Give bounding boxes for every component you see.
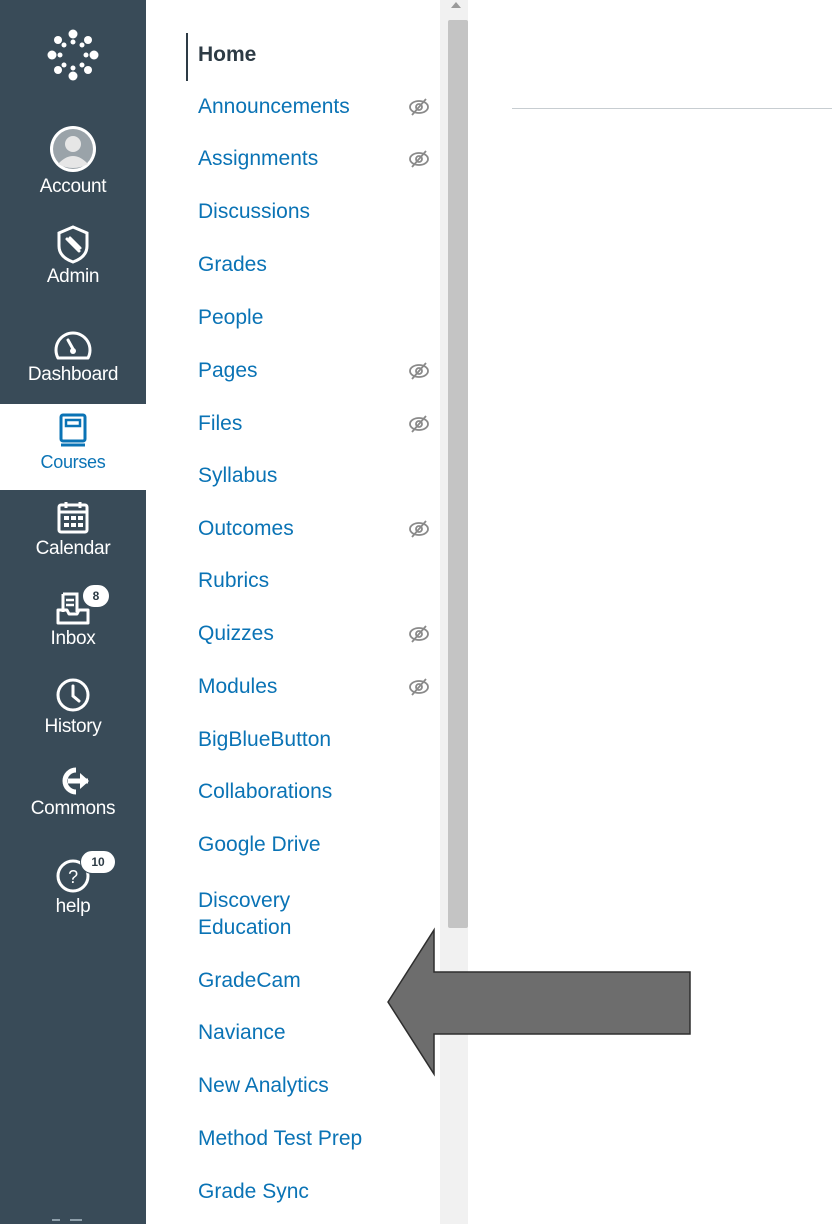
- svg-text:?: ?: [68, 867, 78, 887]
- course-nav-pages[interactable]: Pages: [198, 358, 428, 384]
- course-nav-method-test-prep[interactable]: Method Test Prep: [198, 1126, 428, 1152]
- course-nav-outcomes[interactable]: Outcomes: [198, 516, 428, 542]
- course-nav-bigbluebutton[interactable]: BigBlueButton: [198, 727, 428, 753]
- active-indicator: [186, 33, 188, 81]
- canvas-logo-link[interactable]: [0, 28, 146, 82]
- eye-slash-icon[interactable]: [408, 413, 430, 435]
- nav-courses-label: Courses: [40, 452, 106, 472]
- nav-commons[interactable]: Commons: [0, 766, 146, 820]
- nav-admin-label: Admin: [46, 266, 100, 287]
- scrollbar-thumb[interactable]: [448, 20, 468, 928]
- scroll-up-arrow-icon[interactable]: [451, 2, 461, 8]
- calendar-icon: [57, 502, 89, 534]
- course-nav-people[interactable]: People: [198, 305, 428, 331]
- annotation-arrow-icon: [387, 927, 691, 1077]
- nav-courses[interactable]: Courses: [0, 404, 146, 490]
- nav-dashboard[interactable]: Dashboard: [0, 328, 146, 386]
- global-navigation: Account Admin Dashboard Courses Calendar…: [0, 0, 146, 1224]
- course-nav-announcements[interactable]: Announcements: [198, 94, 428, 120]
- course-nav-grades[interactable]: Grades: [198, 252, 428, 278]
- nav-help[interactable]: ? help: [0, 858, 146, 918]
- nav-account-label: Account: [39, 176, 107, 197]
- nav-dashboard-label: Dashboard: [27, 364, 119, 385]
- courses-book-icon: [59, 413, 87, 447]
- nav-inbox-label: Inbox: [50, 628, 96, 649]
- course-nav-rubrics[interactable]: Rubrics: [198, 568, 428, 594]
- course-nav-files[interactable]: Files: [198, 411, 428, 437]
- inbox-unread-badge: 8: [82, 584, 110, 608]
- nav-history-label: History: [44, 716, 102, 737]
- clock-icon: [56, 678, 90, 712]
- course-nav-assignments[interactable]: Assignments: [198, 146, 428, 172]
- avatar-icon: [50, 126, 96, 172]
- nav-calendar-label: Calendar: [35, 538, 111, 559]
- nav-admin[interactable]: Admin: [0, 224, 146, 288]
- course-nav-collaborations[interactable]: Collaborations: [198, 779, 428, 805]
- course-nav-modules[interactable]: Modules: [198, 674, 428, 700]
- canvas-logo-icon: [47, 29, 99, 81]
- nav-account[interactable]: Account: [0, 124, 146, 198]
- nav-history[interactable]: History: [0, 676, 146, 738]
- eye-slash-icon[interactable]: [408, 623, 430, 645]
- course-nav-grade-sync[interactable]: Grade Sync: [198, 1179, 428, 1205]
- course-nav-discovery-education-line1[interactable]: Discovery: [198, 888, 428, 914]
- course-nav-quizzes[interactable]: Quizzes: [198, 621, 428, 647]
- eye-slash-icon[interactable]: [408, 96, 430, 118]
- course-nav-google-drive[interactable]: Google Drive: [198, 832, 428, 858]
- eye-slash-icon[interactable]: [408, 518, 430, 540]
- eye-slash-icon[interactable]: [408, 676, 430, 698]
- eye-slash-icon[interactable]: [408, 360, 430, 382]
- course-nav-syllabus[interactable]: Syllabus: [198, 463, 428, 489]
- eye-slash-icon[interactable]: [408, 148, 430, 170]
- help-unread-badge: 10: [80, 850, 116, 874]
- content-divider: [512, 108, 832, 109]
- nav-help-label: help: [55, 896, 91, 917]
- nav-calendar[interactable]: Calendar: [0, 500, 146, 560]
- shield-icon: [57, 225, 89, 264]
- course-nav-discussions[interactable]: Discussions: [198, 199, 428, 225]
- collapse-nav-icon[interactable]: [48, 1212, 88, 1224]
- commons-share-icon: [62, 767, 89, 795]
- course-nav-home[interactable]: Home: [198, 42, 428, 68]
- nav-inbox[interactable]: Inbox: [0, 590, 146, 650]
- dashboard-gauge-icon: [54, 331, 92, 360]
- nav-commons-label: Commons: [30, 798, 116, 819]
